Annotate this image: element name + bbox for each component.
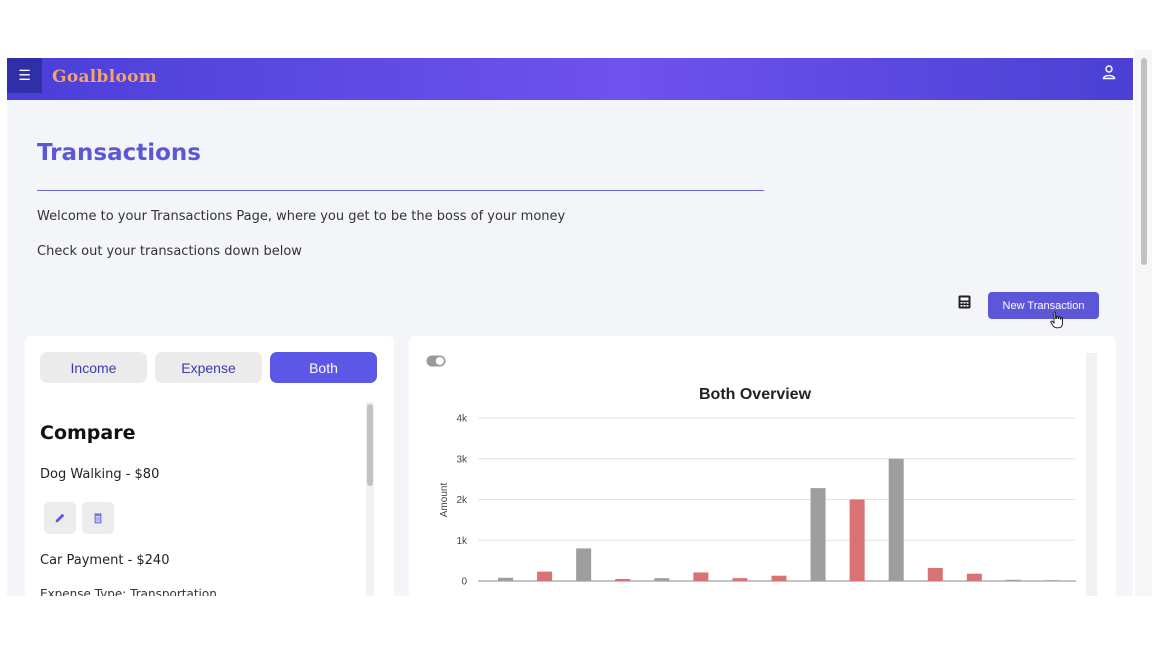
pencil-icon	[55, 513, 65, 523]
bar-expense[interactable]	[966, 573, 982, 581]
chart-panel: Both Overview Amount 0 1k 2k 3k 4k	[409, 336, 1116, 596]
transactions-list-panel: Income Expense Both Compare Dog Walking …	[25, 336, 394, 596]
list-item-detail: Expense Type: Transportation	[40, 587, 217, 596]
bar-expense[interactable]	[732, 578, 748, 581]
intro-text-1: Welcome to your Transactions Page, where…	[37, 209, 566, 224]
intro-text-2: Check out your transactions down below	[37, 244, 302, 259]
tab-income[interactable]: Income	[40, 352, 147, 383]
y-tick-label: 3k	[456, 454, 468, 465]
y-tick-label: 4k	[456, 414, 468, 425]
bar-income[interactable]	[654, 578, 670, 581]
hand-pointer-cursor-icon	[1050, 311, 1063, 329]
bar-income[interactable]	[888, 458, 904, 581]
calculator-icon[interactable]	[958, 295, 971, 309]
y-tick-label: 0	[461, 577, 467, 588]
chart-title: Both Overview	[699, 386, 812, 403]
hamburger-menu-icon: ☰	[18, 67, 31, 84]
bar-expense[interactable]	[615, 578, 631, 581]
app-window: ☰ Goalbloom Transactions Welcome to your…	[7, 58, 1133, 596]
list-heading: Compare	[40, 422, 136, 444]
bar-income[interactable]	[810, 488, 826, 581]
bar-expense[interactable]	[537, 571, 553, 581]
page-scrollbar-thumb[interactable]	[1141, 58, 1147, 265]
list-scrollbar-thumb[interactable]	[367, 404, 373, 486]
bar-income[interactable]	[576, 548, 592, 581]
bar-income[interactable]	[1005, 579, 1021, 581]
page-title: Transactions	[37, 140, 201, 166]
user-icon[interactable]	[1101, 64, 1117, 80]
list-item: Dog Walking - $80	[40, 467, 160, 482]
bar-expense[interactable]	[771, 575, 787, 581]
bar-expense[interactable]	[693, 572, 709, 581]
bar-income[interactable]	[498, 577, 514, 581]
app-logo[interactable]: Goalbloom	[52, 67, 157, 87]
new-transaction-button[interactable]: New Transaction	[988, 292, 1099, 319]
bottom-fade-overlay	[0, 596, 1152, 648]
bar-chart: Both Overview Amount 0 1k 2k 3k 4k	[439, 386, 1076, 588]
tab-expense[interactable]: Expense	[155, 352, 262, 383]
title-divider	[37, 190, 764, 191]
y-axis-label: Amount	[439, 483, 450, 518]
list-item: Car Payment - $240	[40, 553, 170, 568]
trash-icon	[94, 513, 102, 524]
y-tick-label: 1k	[456, 536, 468, 547]
edit-button[interactable]	[44, 502, 76, 534]
tab-both[interactable]: Both	[270, 352, 377, 383]
top-navigation-bar: ☰ Goalbloom	[7, 58, 1133, 100]
delete-button[interactable]	[82, 502, 114, 534]
y-tick-label: 2k	[456, 495, 468, 506]
hamburger-menu-button[interactable]: ☰	[7, 58, 42, 93]
bar-expense[interactable]	[927, 567, 943, 581]
bar-expense[interactable]	[849, 499, 865, 582]
bar-income[interactable]	[1044, 580, 1060, 582]
